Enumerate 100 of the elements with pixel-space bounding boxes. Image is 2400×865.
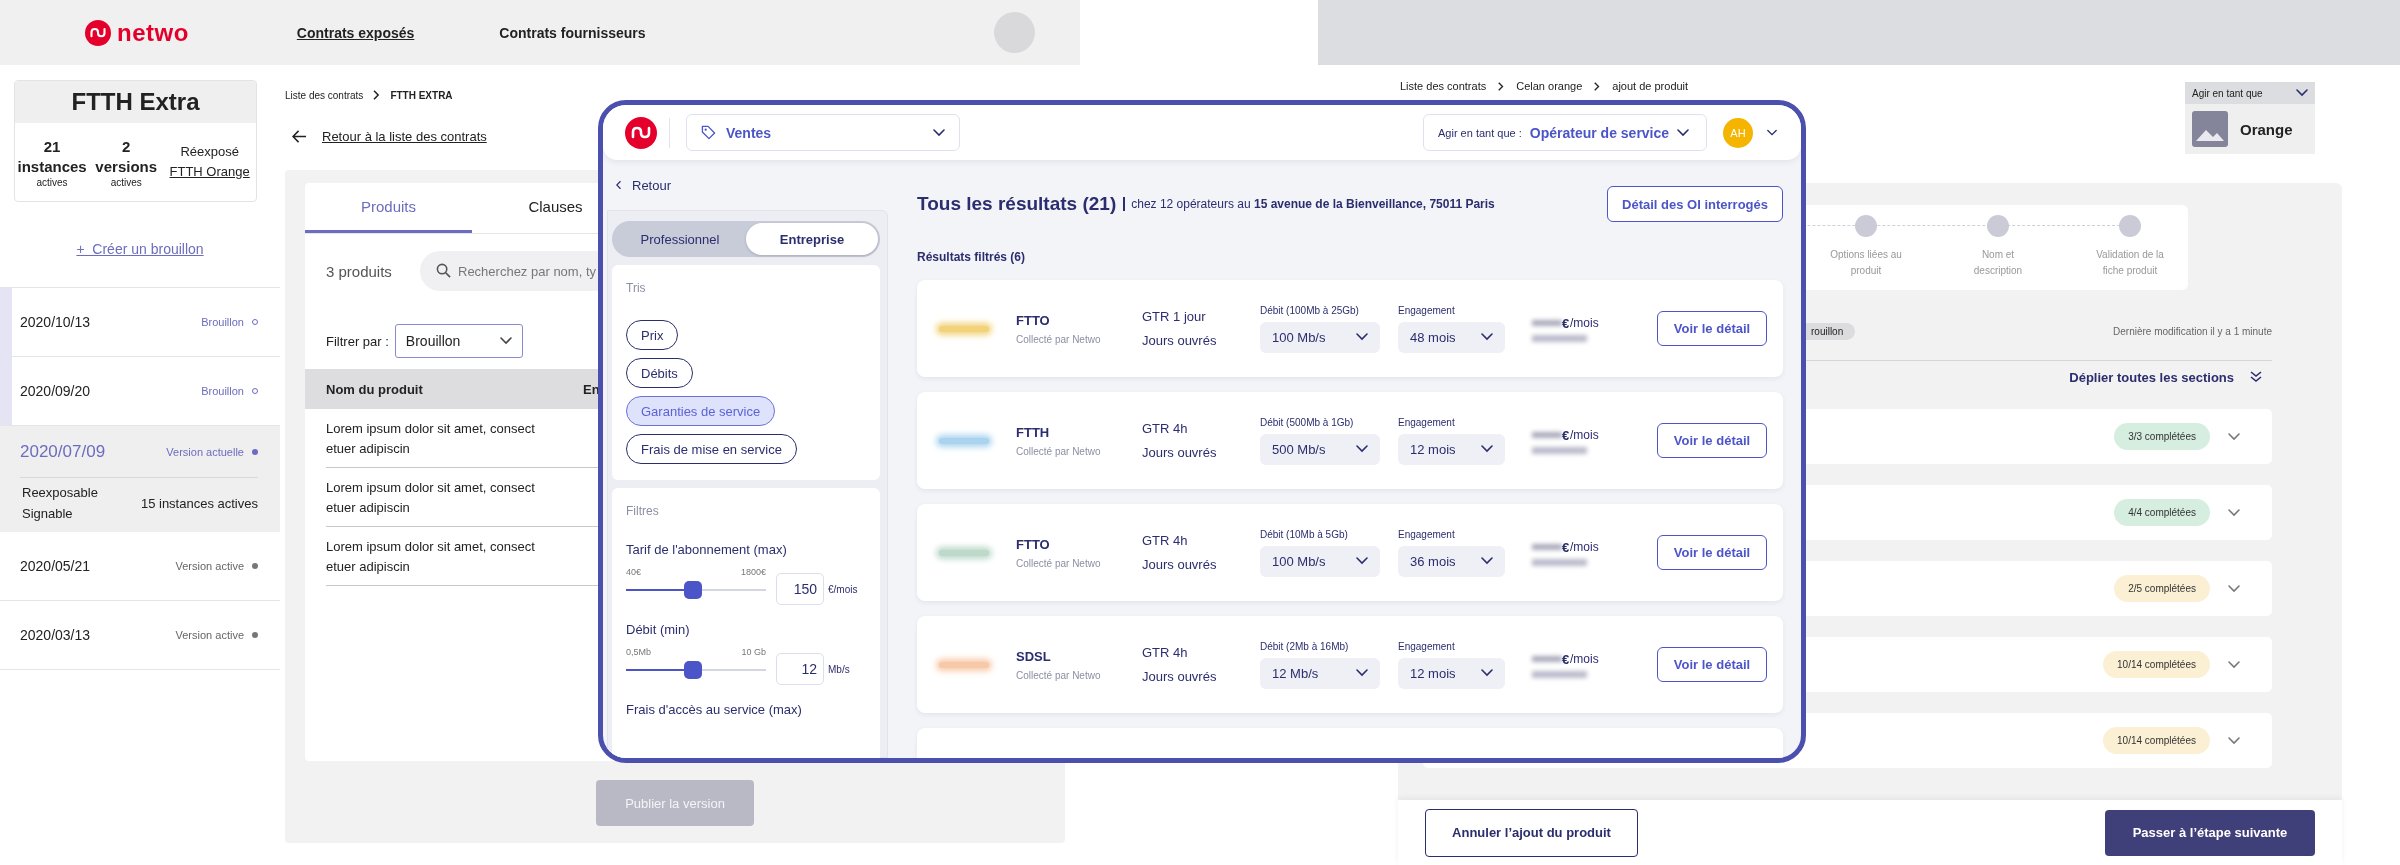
logo-icon xyxy=(625,116,657,149)
search-icon xyxy=(436,263,451,278)
offer-source: Collecté par Netwo xyxy=(1016,669,1102,681)
progress-badge: 10/14 complétées xyxy=(2103,651,2210,678)
section-title: Filtres xyxy=(626,503,660,519)
currency-sign: € xyxy=(1562,539,1570,555)
blurred-price xyxy=(1532,544,1562,550)
value-input[interactable]: 12 xyxy=(776,653,824,685)
slider-thumb[interactable] xyxy=(684,581,703,599)
details-button[interactable]: Voir le détail xyxy=(1657,423,1767,458)
segment-button[interactable]: Entreprise xyxy=(746,223,878,255)
chevron-down-icon xyxy=(2296,89,2308,97)
range-max: 10 Gb xyxy=(741,647,766,657)
chevron-down-icon xyxy=(933,128,945,137)
filter-label: Filtrer par : xyxy=(326,333,389,349)
chevron-down-icon xyxy=(1481,333,1493,341)
version-date: 2020/05/21 xyxy=(20,558,92,574)
chevron-down-icon xyxy=(2228,508,2240,517)
chevron-down-icon xyxy=(1356,333,1368,341)
create-draft-link[interactable]: + Créer un brouillon xyxy=(0,240,280,258)
breadcrumb-link[interactable]: ajout de produit xyxy=(1612,80,1689,92)
version-row[interactable]: 2020/09/20 Brouillon xyxy=(0,357,280,426)
price-period: /mois xyxy=(1570,540,1600,554)
blurred-price xyxy=(1532,334,1587,342)
results-title: Tous les résultats (21) xyxy=(917,193,1117,215)
version-row[interactable]: 2020/10/13 Brouillon xyxy=(0,288,280,357)
gtr-value: GTR 1 jour xyxy=(1142,307,1207,326)
chevron-down-icon xyxy=(1481,557,1493,565)
gtr-value: GTR 4h xyxy=(1142,419,1189,438)
sort-chip[interactable]: Frais de mise en service xyxy=(626,434,797,464)
search-field[interactable]: Recherchez par nom, ty xyxy=(420,251,598,291)
speed-select[interactable]: 100 Mb/s xyxy=(1260,321,1380,353)
chevron-left-icon xyxy=(616,180,622,190)
stat-sublabel: actives xyxy=(110,176,142,188)
chevron-down-icon xyxy=(1481,669,1493,677)
version-row[interactable]: 2020/03/13 Version active xyxy=(0,601,280,670)
speed-select[interactable]: 500 Mb/s xyxy=(1260,433,1380,465)
gtr-value: GTR 4h xyxy=(1142,643,1189,662)
role-select[interactable]: Agir en tant que : Opérateur de service xyxy=(1423,114,1707,151)
offer-source: Collecté par Netwo xyxy=(1016,445,1102,457)
range-slider[interactable] xyxy=(626,581,766,599)
offer-name: FTTO xyxy=(1016,312,1051,328)
oi-details-button[interactable]: Détail des OI interrogés xyxy=(1607,186,1783,222)
tab[interactable]: Produits xyxy=(305,183,472,233)
range-min: 0,5Mb xyxy=(626,647,651,657)
cancel-button[interactable]: Annuler l’ajout du produit xyxy=(1425,808,1638,857)
currency-sign: € xyxy=(1562,651,1570,667)
filter-select[interactable]: Brouillon xyxy=(394,324,523,358)
currency-sign: € xyxy=(1562,315,1570,331)
breadcrumb-link[interactable]: Liste des contrats xyxy=(285,89,364,101)
expand-all-link[interactable]: Déplier toutes les sections xyxy=(2069,369,2234,385)
speed-select[interactable]: 12 Mb/s xyxy=(1260,657,1380,689)
double-chevron-icon xyxy=(2250,371,2262,383)
commitment-select[interactable]: 48 mois xyxy=(1398,321,1505,353)
version-row[interactable]: 2020/07/09 Version actuelle Reexposable Signable 15 instances actives xyxy=(0,426,280,532)
commitment-select[interactable]: 36 mois xyxy=(1398,545,1505,577)
context-select[interactable]: Ventes xyxy=(686,114,960,151)
version-property: Reexposable xyxy=(22,484,98,502)
filtered-title: Résultats filtrés (6) xyxy=(917,249,1027,266)
sort-chip[interactable]: Débits xyxy=(626,358,693,388)
back-link[interactable]: Retour xyxy=(603,160,888,210)
slider-thumb[interactable] xyxy=(684,661,703,679)
chevron-down-icon xyxy=(1356,557,1368,565)
stat-value: 2 xyxy=(122,136,131,157)
range-slider[interactable] xyxy=(626,661,766,679)
version-status: Brouillon xyxy=(201,316,244,328)
value-input[interactable]: 150 xyxy=(776,573,824,605)
segment-button[interactable]: Professionnel xyxy=(614,223,746,255)
nav-link[interactable]: Contrats fournisseurs xyxy=(499,24,646,41)
price-period: /mois xyxy=(1570,428,1600,442)
chevron-down-icon xyxy=(2228,736,2240,745)
step-label: Validation de la fiche produit xyxy=(2095,248,2165,278)
offer-name: SDSL xyxy=(1016,648,1052,664)
table-cell-text: Lorem ipsum dolor sit amet, consect etuer adipiscin xyxy=(326,538,536,576)
chevron-right-icon xyxy=(373,90,381,100)
stat-sublabel: actives xyxy=(36,176,68,188)
details-button[interactable]: Voir le détail xyxy=(1657,311,1767,346)
offer-source: Collecté par Netwo xyxy=(1016,557,1102,569)
filter-label: Débit (min) xyxy=(626,621,691,639)
stat-label: versions xyxy=(95,156,158,177)
sort-chip[interactable]: Garanties de service xyxy=(626,396,776,426)
commitment-select[interactable]: 12 mois xyxy=(1398,433,1505,465)
back-link[interactable]: Retour à la liste des contrats xyxy=(322,128,487,144)
version-date: 2020/07/09 xyxy=(20,441,107,462)
version-row[interactable]: 2020/05/21 Version active xyxy=(0,532,280,601)
commitment-select[interactable]: 12 mois xyxy=(1398,657,1505,689)
sort-chip[interactable]: Prix xyxy=(626,320,679,350)
gtr-days: Jours ouvrés xyxy=(1142,443,1260,462)
progress-badge: 4/4 complétées xyxy=(2114,499,2210,526)
breadcrumb-link[interactable]: Celan orange xyxy=(1516,80,1583,92)
logo-icon xyxy=(85,19,111,46)
details-button[interactable]: Voir le détail xyxy=(1657,647,1767,682)
currency-sign: € xyxy=(1562,427,1570,443)
details-button[interactable]: Voir le détail xyxy=(1657,535,1767,570)
speed-select[interactable]: 100 Mb/s xyxy=(1260,545,1380,577)
breadcrumb-link[interactable]: Liste des contrats xyxy=(1400,80,1487,92)
nav-link[interactable]: Contrats exposés xyxy=(296,24,415,41)
reexposed-link[interactable]: FTTH Orange xyxy=(169,162,250,182)
next-button[interactable]: Passer à l’étape suivante xyxy=(2105,809,2315,856)
unit-label: €/mois xyxy=(828,584,858,595)
